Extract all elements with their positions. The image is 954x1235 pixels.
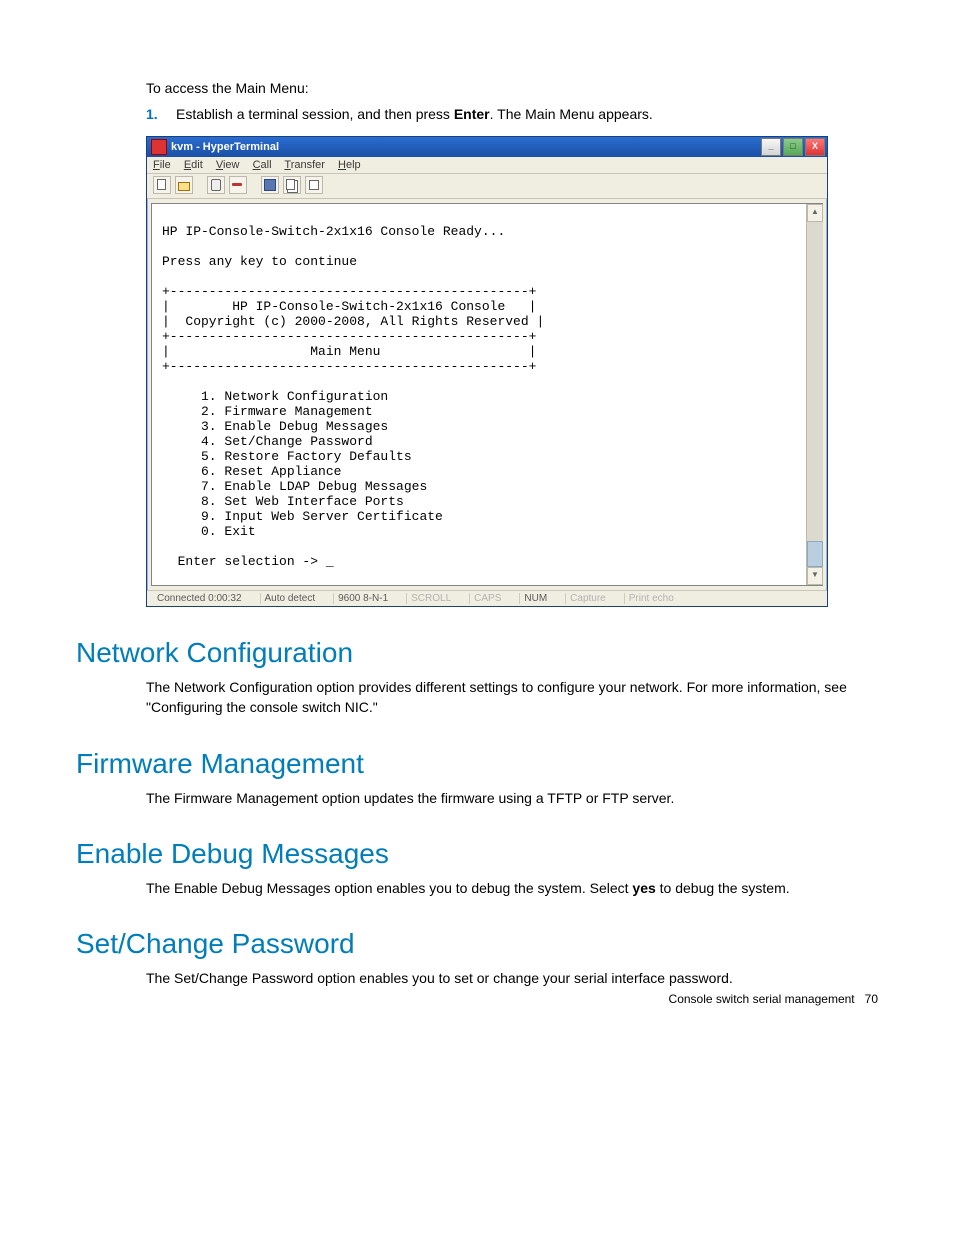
menu-edit[interactable]: Edit bbox=[184, 159, 203, 171]
step-number: 1. bbox=[146, 106, 176, 122]
status-detect: Auto detect bbox=[260, 593, 320, 604]
step-pre: Establish a terminal session, and then p… bbox=[176, 106, 454, 122]
step-bold: Enter bbox=[454, 106, 490, 122]
status-baud: 9600 8-N-1 bbox=[333, 593, 392, 604]
scroll-up-icon[interactable]: ▲ bbox=[807, 204, 823, 222]
tool-copy-icon[interactable] bbox=[283, 176, 301, 194]
tool-new-icon[interactable] bbox=[153, 176, 171, 194]
footer-label: Console switch serial management bbox=[669, 992, 855, 1006]
heading-network-configuration: Network Configuration bbox=[76, 637, 878, 669]
menu-call[interactable]: Call bbox=[253, 159, 272, 171]
text-enable-debug: The Enable Debug Messages option enables… bbox=[146, 878, 878, 898]
hyperterminal-window: kvm - HyperTerminal _ □ X File Edit View… bbox=[146, 136, 828, 607]
maximize-button[interactable]: □ bbox=[783, 138, 803, 156]
status-caps: CAPS bbox=[469, 593, 505, 604]
tool-call-icon[interactable] bbox=[207, 176, 225, 194]
text-network-configuration: The Network Configuration option provide… bbox=[146, 677, 878, 718]
heading-set-change-password: Set/Change Password bbox=[76, 928, 878, 960]
status-scroll: SCROLL bbox=[406, 593, 455, 604]
menu-view[interactable]: View bbox=[216, 159, 240, 171]
debug-post: to debug the system. bbox=[656, 880, 790, 896]
debug-bold: yes bbox=[632, 880, 655, 896]
window-title: kvm - HyperTerminal bbox=[171, 141, 279, 153]
step-1: 1. Establish a terminal session, and the… bbox=[146, 106, 878, 122]
status-num: NUM bbox=[519, 593, 551, 604]
intro-text: To access the Main Menu: bbox=[146, 80, 878, 96]
tool-hangup-icon[interactable] bbox=[229, 176, 247, 194]
tool-save-icon[interactable] bbox=[261, 176, 279, 194]
footer-page: 70 bbox=[865, 992, 878, 1006]
status-connected: Connected 0:00:32 bbox=[153, 593, 246, 604]
close-button[interactable]: X bbox=[805, 138, 825, 156]
text-firmware-management: The Firmware Management option updates t… bbox=[146, 788, 878, 808]
heading-firmware-management: Firmware Management bbox=[76, 748, 878, 780]
page-footer: Console switch serial management 70 bbox=[669, 992, 878, 1006]
status-bar: Connected 0:00:32 Auto detect 9600 8-N-1… bbox=[147, 590, 827, 606]
status-capture: Capture bbox=[565, 593, 610, 604]
step-text: Establish a terminal session, and then p… bbox=[176, 106, 878, 122]
toolbar bbox=[147, 174, 827, 199]
app-icon bbox=[151, 139, 167, 155]
scroll-down-icon[interactable]: ▼ bbox=[807, 567, 823, 585]
tool-open-icon[interactable] bbox=[175, 176, 193, 194]
tool-properties-icon[interactable] bbox=[305, 176, 323, 194]
window-titlebar[interactable]: kvm - HyperTerminal _ □ X bbox=[147, 137, 827, 157]
menu-help[interactable]: Help bbox=[338, 159, 361, 171]
terminal-output: HP IP-Console-Switch-2x1x16 Console Read… bbox=[152, 204, 806, 585]
scroll-thumb[interactable] bbox=[807, 541, 823, 567]
heading-enable-debug: Enable Debug Messages bbox=[76, 838, 878, 870]
text-set-change-password: The Set/Change Password option enables y… bbox=[146, 968, 878, 988]
scroll-track[interactable] bbox=[807, 222, 823, 567]
scrollbar[interactable]: ▲ ▼ bbox=[806, 204, 823, 585]
menu-file[interactable]: File bbox=[153, 159, 171, 171]
step-post: . The Main Menu appears. bbox=[490, 106, 653, 122]
menu-transfer[interactable]: Transfer bbox=[284, 159, 325, 171]
minimize-button[interactable]: _ bbox=[761, 138, 781, 156]
debug-pre: The Enable Debug Messages option enables… bbox=[146, 880, 632, 896]
menu-bar[interactable]: File Edit View Call Transfer Help bbox=[147, 157, 827, 174]
status-printecho: Print echo bbox=[624, 593, 678, 604]
